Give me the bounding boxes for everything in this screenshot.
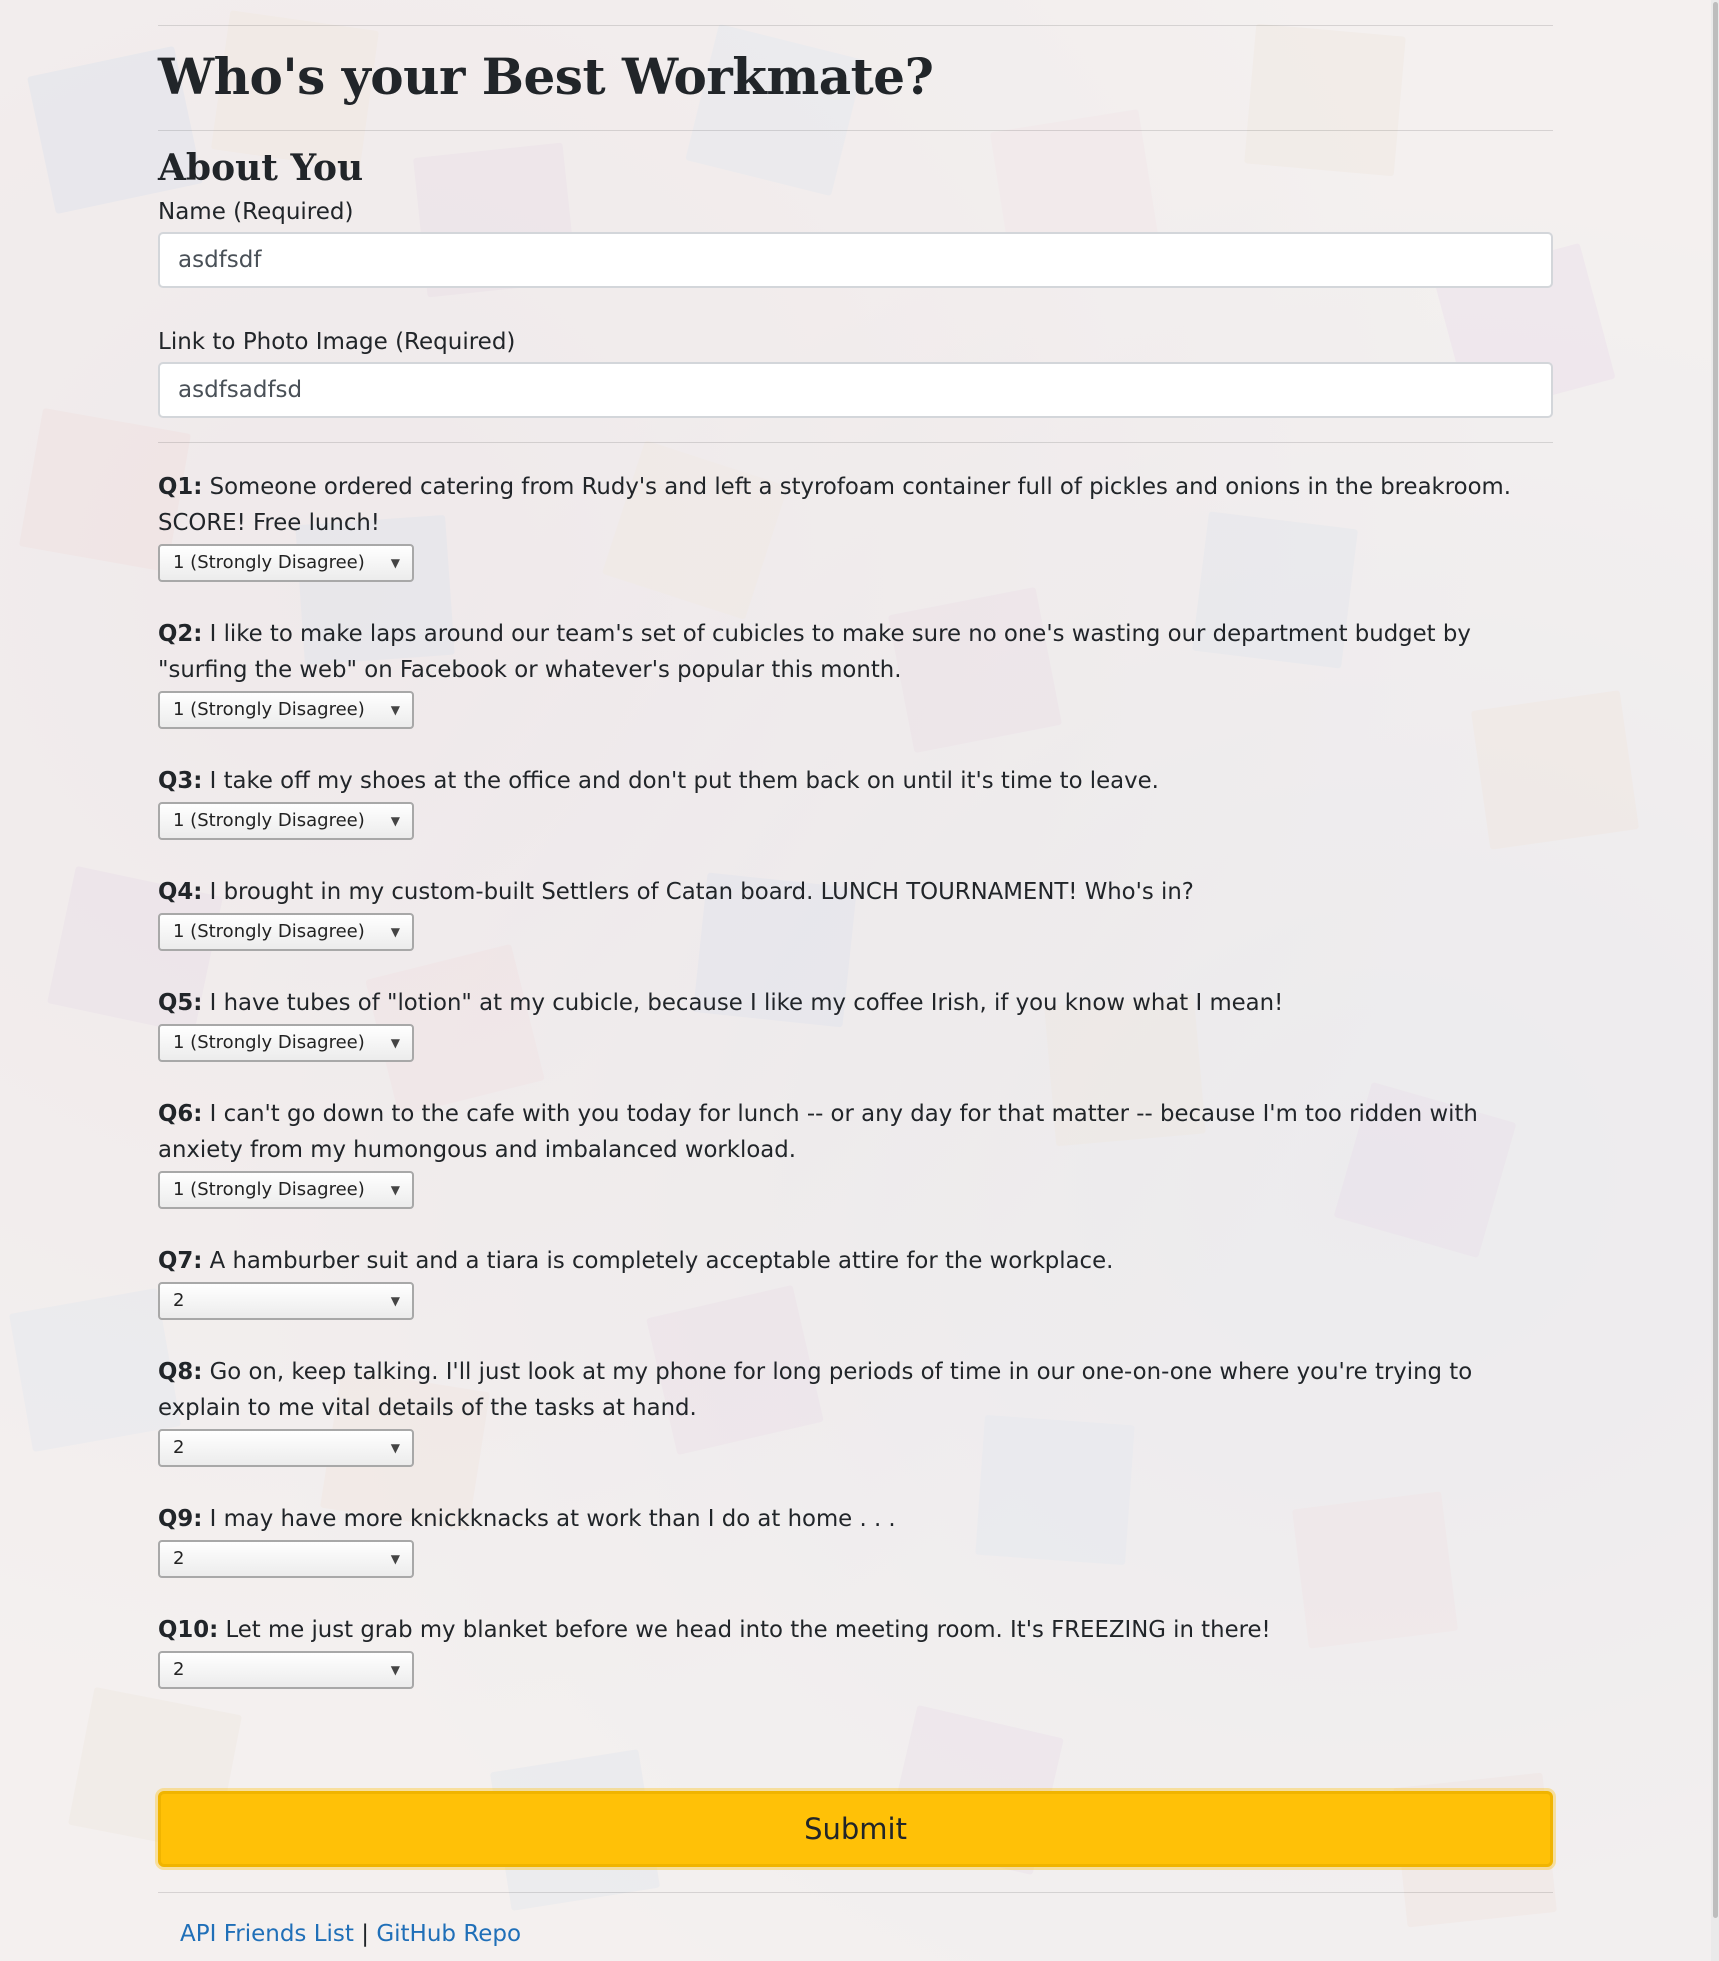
select-value: 2 [173,1437,185,1458]
question-number: Q2: [158,621,203,647]
question-10: Q10: Let me just grab my blanket before … [158,1612,1553,1689]
question-text: Q3: I take off my shoes at the office an… [158,763,1553,799]
question-text: Q7: A hamburber suit and a tiara is comp… [158,1243,1553,1279]
question-text: Q6: I can't go down to the cafe with you… [158,1096,1553,1168]
dropdown-arrow-icon: ▼ [390,814,400,828]
select-value: 1 (Strongly Disagree) [173,699,365,720]
select-value: 1 (Strongly Disagree) [173,810,365,831]
question-4: Q4: I brought in my custom-built Settler… [158,874,1553,951]
questions-list: Q1: Someone ordered catering from Rudy's… [158,469,1553,1689]
question-2: Q2: I like to make laps around our team'… [158,616,1553,729]
dropdown-arrow-icon: ▼ [390,1036,400,1050]
question-7: Q7: A hamburber suit and a tiara is comp… [158,1243,1553,1320]
question-9: Q9: I may have more knickknacks at work … [158,1501,1553,1578]
select-value: 2 [173,1659,185,1680]
survey-container: Who's your Best Workmate? About You Name… [158,0,1553,1947]
select-value: 2 [173,1548,185,1569]
api-friends-list-link[interactable]: API Friends List [180,1921,354,1947]
page-scrollbar[interactable] [1711,0,1719,1961]
dropdown-arrow-icon: ▼ [390,1552,400,1566]
answer-select-q7[interactable]: 2 ▼ [158,1282,414,1320]
photo-label: Link to Photo Image (Required) [158,329,516,355]
dropdown-arrow-icon: ▼ [390,1663,400,1677]
footer-divider [158,1892,1553,1893]
photo-link-input[interactable] [158,362,1553,418]
name-input[interactable] [158,232,1553,288]
answer-select-q3[interactable]: 1 (Strongly Disagree) ▼ [158,802,414,840]
select-value: 1 (Strongly Disagree) [173,1179,365,1200]
name-label: Name (Required) [158,199,354,225]
question-text: Q10: Let me just grab my blanket before … [158,1612,1553,1648]
footer-separator: | [353,1921,377,1947]
question-prompt: I have tubes of "lotion" at my cubicle, … [202,990,1284,1016]
question-number: Q8: [158,1359,203,1385]
question-prompt: Let me just grab my blanket before we he… [218,1617,1271,1643]
github-repo-link[interactable]: GitHub Repo [376,1921,521,1947]
question-number: Q9: [158,1506,203,1532]
submit-button[interactable]: Submit [158,1791,1553,1867]
section-title: About You [158,147,364,189]
dropdown-arrow-icon: ▼ [390,925,400,939]
question-prompt: Go on, keep talking. I'll just look at m… [158,1359,1473,1421]
question-prompt: I take off my shoes at the office and do… [202,768,1159,794]
dropdown-arrow-icon: ▼ [390,1183,400,1197]
question-text: Q9: I may have more knickknacks at work … [158,1501,1553,1537]
question-prompt: I brought in my custom-built Settlers of… [202,879,1194,905]
question-prompt: I may have more knickknacks at work than… [202,1506,896,1532]
question-5: Q5: I have tubes of "lotion" at my cubic… [158,985,1553,1062]
select-value: 1 (Strongly Disagree) [173,552,365,573]
question-1: Q1: Someone ordered catering from Rudy's… [158,469,1553,582]
question-text: Q2: I like to make laps around our team'… [158,616,1553,688]
select-value: 1 (Strongly Disagree) [173,1032,365,1053]
questions-divider [158,442,1553,443]
question-number: Q5: [158,990,203,1016]
dropdown-arrow-icon: ▼ [390,703,400,717]
footer: API Friends List | GitHub Repo [180,1917,521,1951]
question-prompt: Someone ordered catering from Rudy's and… [158,474,1511,536]
question-6: Q6: I can't go down to the cafe with you… [158,1096,1553,1209]
select-value: 2 [173,1290,185,1311]
question-3: Q3: I take off my shoes at the office an… [158,763,1553,840]
answer-select-q2[interactable]: 1 (Strongly Disagree) ▼ [158,691,414,729]
scrollbar-thumb[interactable] [1713,2,1718,1918]
answer-select-q1[interactable]: 1 (Strongly Disagree) ▼ [158,544,414,582]
answer-select-q10[interactable]: 2 ▼ [158,1651,414,1689]
question-text: Q8: Go on, keep talking. I'll just look … [158,1354,1553,1426]
photo-group: Link to Photo Image (Required) [158,326,1553,418]
question-number: Q6: [158,1101,203,1127]
question-text: Q4: I brought in my custom-built Settler… [158,874,1553,910]
answer-select-q6[interactable]: 1 (Strongly Disagree) ▼ [158,1171,414,1209]
question-number: Q10: [158,1617,219,1643]
answer-select-q4[interactable]: 1 (Strongly Disagree) ▼ [158,913,414,951]
question-text: Q5: I have tubes of "lotion" at my cubic… [158,985,1553,1021]
question-text: Q1: Someone ordered catering from Rudy's… [158,469,1553,541]
dropdown-arrow-icon: ▼ [390,1294,400,1308]
page-title: Who's your Best Workmate? [158,47,934,106]
answer-select-q8[interactable]: 2 ▼ [158,1429,414,1467]
name-group: Name (Required) [158,196,1553,288]
question-number: Q4: [158,879,203,905]
answer-select-q5[interactable]: 1 (Strongly Disagree) ▼ [158,1024,414,1062]
question-prompt: I like to make laps around our team's se… [158,621,1471,683]
question-8: Q8: Go on, keep talking. I'll just look … [158,1354,1553,1467]
question-prompt: I can't go down to the cafe with you tod… [158,1101,1478,1163]
question-number: Q3: [158,768,203,794]
question-prompt: A hamburber suit and a tiara is complete… [202,1248,1114,1274]
question-number: Q7: [158,1248,203,1274]
select-value: 1 (Strongly Disagree) [173,921,365,942]
answer-select-q9[interactable]: 2 ▼ [158,1540,414,1578]
question-number: Q1: [158,474,203,500]
dropdown-arrow-icon: ▼ [390,556,400,570]
dropdown-arrow-icon: ▼ [390,1441,400,1455]
